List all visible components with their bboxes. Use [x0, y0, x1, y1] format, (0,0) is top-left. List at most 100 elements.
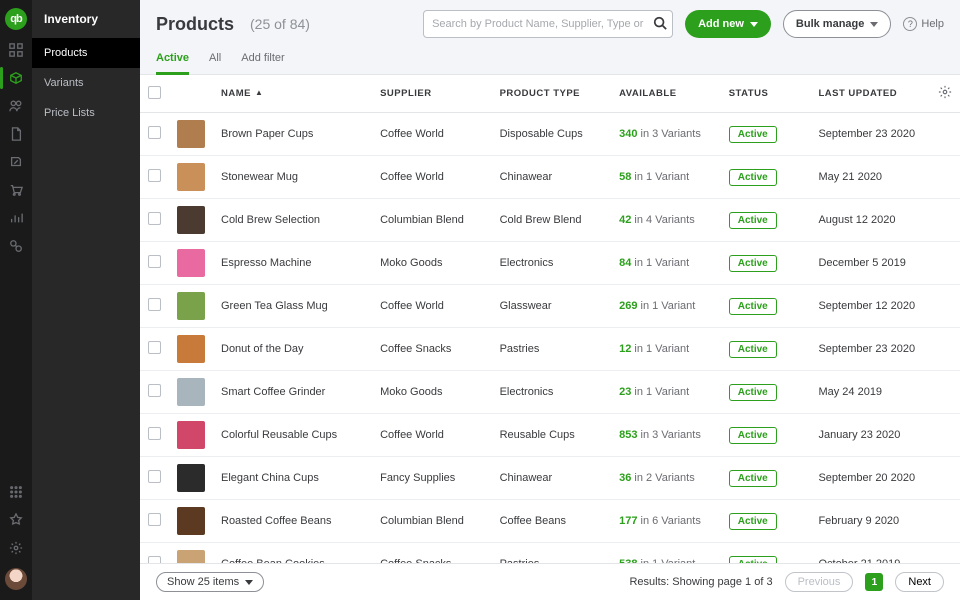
col-status[interactable]: STATUS	[721, 75, 811, 113]
row-checkbox[interactable]	[148, 255, 161, 268]
status-badge: Active	[729, 384, 777, 401]
col-type[interactable]: PRODUCT TYPE	[492, 75, 612, 113]
icon-rail: qb	[0, 0, 32, 600]
table-row[interactable]: Cold Brew SelectionColumbian BlendCold B…	[140, 199, 960, 242]
customers-icon[interactable]	[8, 98, 24, 114]
table-row[interactable]: Elegant China CupsFancy SuppliesChinawea…	[140, 457, 960, 500]
row-checkbox[interactable]	[148, 298, 161, 311]
available: 177 in 6 Variants	[611, 500, 721, 543]
col-name[interactable]: NAME▲	[213, 75, 372, 113]
sidenav-item-variants[interactable]: Variants	[32, 68, 140, 98]
table-row[interactable]: Espresso MachineMoko GoodsElectronics84 …	[140, 242, 960, 285]
results-text: Results: Showing page 1 of 3	[629, 576, 772, 588]
row-checkbox[interactable]	[148, 556, 161, 563]
col-updated[interactable]: LAST UPDATED	[810, 75, 930, 113]
row-checkbox[interactable]	[148, 169, 161, 182]
last-updated: September 20 2020	[810, 457, 930, 500]
sidenav: Inventory ProductsVariantsPrice Lists	[32, 0, 140, 600]
supplier-name: Coffee Snacks	[372, 328, 491, 371]
product-name: Smart Coffee Grinder	[213, 371, 372, 414]
available: 23 in 1 Variant	[611, 371, 721, 414]
available: 36 in 2 Variants	[611, 457, 721, 500]
available: 84 in 1 Variant	[611, 242, 721, 285]
last-updated: October 21 2019	[810, 543, 930, 564]
product-thumbnail	[177, 464, 205, 492]
row-checkbox[interactable]	[148, 427, 161, 440]
apps-icon[interactable]	[8, 484, 24, 500]
page-size-selector[interactable]: Show 25 items	[156, 572, 264, 592]
cart-icon[interactable]	[8, 182, 24, 198]
product-thumbnail	[177, 206, 205, 234]
table-row[interactable]: Brown Paper CupsCoffee WorldDisposable C…	[140, 113, 960, 156]
table-footer: Show 25 items Results: Showing page 1 of…	[140, 563, 960, 600]
row-checkbox[interactable]	[148, 470, 161, 483]
reports-icon[interactable]	[8, 210, 24, 226]
status-badge: Active	[729, 556, 777, 564]
product-type: Pastries	[492, 328, 612, 371]
table-settings-icon[interactable]	[938, 91, 952, 102]
search-input[interactable]	[423, 10, 673, 38]
current-page[interactable]: 1	[865, 573, 883, 591]
sort-asc-icon: ▲	[255, 88, 263, 97]
table-row[interactable]: Colorful Reusable CupsCoffee WorldReusab…	[140, 414, 960, 457]
row-checkbox[interactable]	[148, 513, 161, 526]
product-name: Stonewear Mug	[213, 156, 372, 199]
orders-icon[interactable]	[8, 154, 24, 170]
row-checkbox[interactable]	[148, 341, 161, 354]
last-updated: August 12 2020	[810, 199, 930, 242]
prev-page-button[interactable]: Previous	[785, 572, 854, 592]
row-checkbox[interactable]	[148, 212, 161, 225]
status-badge: Active	[729, 126, 777, 143]
supplier-name: Moko Goods	[372, 371, 491, 414]
settings-icon[interactable]	[8, 540, 24, 556]
next-page-button[interactable]: Next	[895, 572, 944, 592]
row-checkbox[interactable]	[148, 126, 161, 139]
sidenav-title: Inventory	[32, 0, 140, 38]
search-icon[interactable]	[653, 16, 667, 33]
supplier-name: Coffee World	[372, 113, 491, 156]
user-avatar[interactable]	[5, 568, 27, 590]
integrations-icon[interactable]	[8, 238, 24, 254]
select-all-checkbox[interactable]	[148, 86, 161, 99]
product-thumbnail	[177, 507, 205, 535]
col-supplier[interactable]: SUPPLIER	[372, 75, 491, 113]
bulk-manage-button[interactable]: Bulk manage	[783, 10, 891, 38]
last-updated: September 12 2020	[810, 285, 930, 328]
product-thumbnail	[177, 120, 205, 148]
tab-add-filter[interactable]: Add filter	[241, 46, 284, 74]
row-checkbox[interactable]	[148, 384, 161, 397]
table-row[interactable]: Green Tea Glass MugCoffee WorldGlasswear…	[140, 285, 960, 328]
sidenav-item-products[interactable]: Products	[32, 38, 140, 68]
dashboard-icon[interactable]	[8, 42, 24, 58]
product-type: Cold Brew Blend	[492, 199, 612, 242]
document-icon[interactable]	[8, 126, 24, 142]
product-thumbnail	[177, 335, 205, 363]
last-updated: February 9 2020	[810, 500, 930, 543]
status-badge: Active	[729, 255, 777, 272]
star-icon[interactable]	[8, 512, 24, 528]
help-link[interactable]: ?Help	[903, 17, 944, 31]
col-available[interactable]: AVAILABLE	[611, 75, 721, 113]
tab-all[interactable]: All	[209, 46, 221, 74]
product-type: Electronics	[492, 242, 612, 285]
last-updated: May 24 2019	[810, 371, 930, 414]
sidenav-item-price-lists[interactable]: Price Lists	[32, 98, 140, 128]
chevron-down-icon	[245, 580, 253, 585]
product-name: Colorful Reusable Cups	[213, 414, 372, 457]
product-type: Glasswear	[492, 285, 612, 328]
brand-logo[interactable]: qb	[5, 8, 27, 30]
table-row[interactable]: Coffee Bean CookiesCoffee SnacksPastries…	[140, 543, 960, 564]
add-new-button[interactable]: Add new	[685, 10, 771, 38]
product-name: Coffee Bean Cookies	[213, 543, 372, 564]
tab-active[interactable]: Active	[156, 46, 189, 74]
table-row[interactable]: Stonewear MugCoffee WorldChinawear58 in …	[140, 156, 960, 199]
table-row[interactable]: Donut of the DayCoffee SnacksPastries12 …	[140, 328, 960, 371]
last-updated: September 23 2020	[810, 328, 930, 371]
product-name: Cold Brew Selection	[213, 199, 372, 242]
table-row[interactable]: Roasted Coffee BeansColumbian BlendCoffe…	[140, 500, 960, 543]
table-row[interactable]: Smart Coffee GrinderMoko GoodsElectronic…	[140, 371, 960, 414]
supplier-name: Coffee Snacks	[372, 543, 491, 564]
product-thumbnail	[177, 292, 205, 320]
inventory-icon[interactable]	[8, 70, 24, 86]
supplier-name: Coffee World	[372, 414, 491, 457]
